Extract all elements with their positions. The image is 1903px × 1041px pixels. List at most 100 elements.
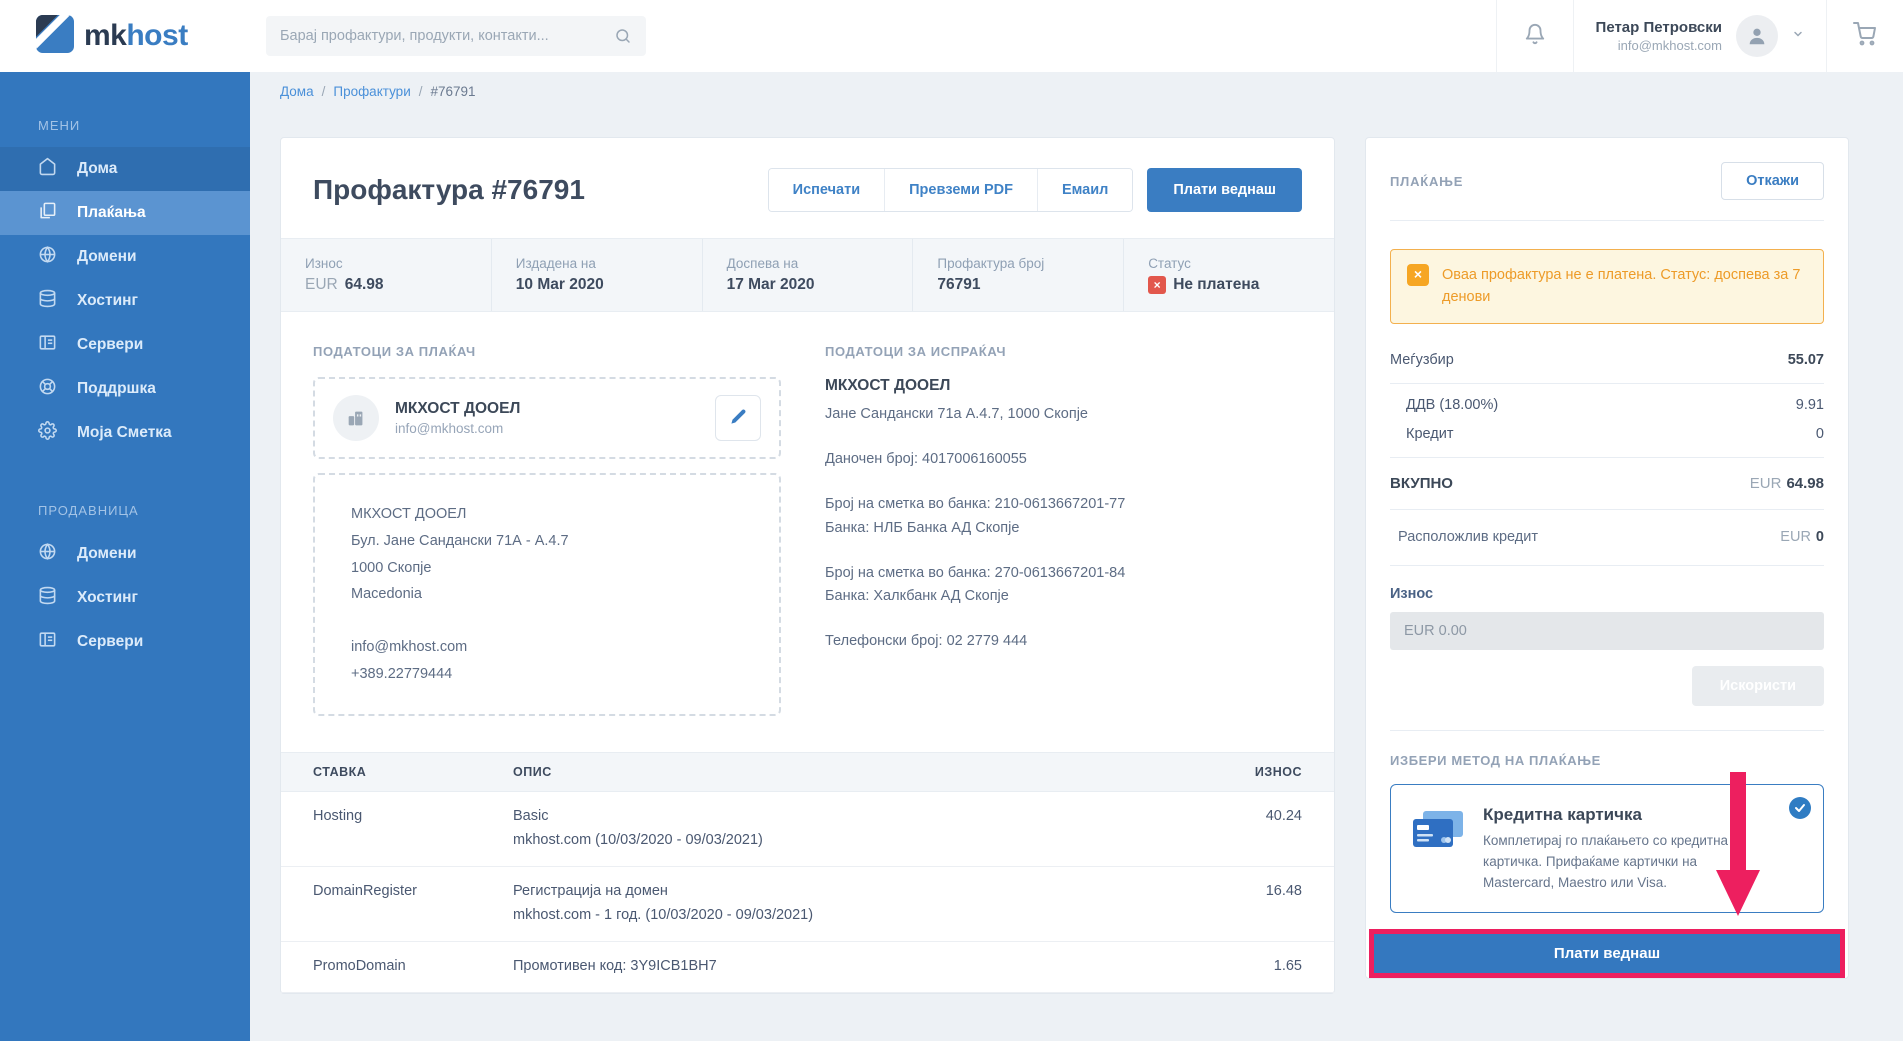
cart-icon: [1853, 21, 1877, 51]
notifications-button[interactable]: [1497, 0, 1573, 72]
sidebar-item-support[interactable]: Поддршка: [0, 367, 250, 411]
avatar[interactable]: [1736, 15, 1778, 57]
search-input[interactable]: [280, 28, 614, 44]
method-name: Кредитна картичка: [1483, 804, 1642, 824]
item-desc-detail: mkhost.com (10/03/2020 - 09/03/2021): [513, 831, 763, 848]
sidebar-item-hosting[interactable]: Хостинг: [0, 279, 250, 323]
warning-text: Оваа профактура не е платена. Статус: до…: [1442, 267, 1801, 306]
sidebar-shop-label: ПРОДАВНИЦА: [38, 503, 139, 518]
item-desc: Регистрација на домен: [513, 882, 668, 899]
sidebar-item-servers[interactable]: Сервери: [0, 323, 250, 367]
unpaid-status-icon: ×: [1148, 276, 1167, 294]
credit-amount-section: Износ Искористи: [1390, 566, 1824, 731]
vat-value: 9.91: [1795, 396, 1824, 413]
invoice-items-table: СТАВКА ОПИС ИЗНОС Hosting Basic mkhost.co…: [281, 751, 1334, 993]
mkhost-logo-text: mkhost: [84, 19, 188, 52]
payer-address-box: МКХОСТ ДООЕЛ Бул. Јане Сандански 71А - А…: [313, 473, 781, 716]
payer-address-country: Macedonia: [351, 586, 422, 603]
item-amount: 1.65: [1273, 957, 1302, 974]
pay-now-button[interactable]: Плати веднаш: [1374, 933, 1840, 973]
payer-address-street: Бул. Јане Сандански 71А - А.4.7: [351, 532, 569, 549]
payer-address-email: info@mkhost.com: [351, 639, 468, 656]
sender-company: МКХОСТ ДООЕЛ: [825, 377, 951, 394]
credit-card-icon: [1409, 805, 1467, 894]
method-section-title: ИЗБЕРИ МЕТОД НА ПЛАЌАЊЕ: [1390, 752, 1601, 768]
database-icon: [38, 586, 57, 610]
sidebar-item-domains[interactable]: Домени: [0, 235, 250, 279]
invoice-stats-row: Износ EUR 64.98 Издадена на 10 Mar 2020 Д…: [281, 238, 1334, 312]
payer-address-city: 1000 Скопје: [351, 559, 432, 576]
status-badge: Не платена: [1173, 276, 1260, 293]
billing-icon: [38, 201, 57, 225]
pencil-icon: [730, 408, 747, 428]
sidebar-shop-hosting[interactable]: Хостинг: [0, 576, 250, 620]
topbar: mkhost Петар Петровски info@mkhost.com: [0, 0, 1903, 72]
user-name: Петар Петровски: [1595, 19, 1722, 36]
breadcrumb: Дома / Профактури / #76791: [280, 84, 476, 99]
edit-payer-button[interactable]: [715, 395, 761, 441]
sidebar: МЕНИ Дома Плаќања Домени Хостинг Сервери…: [0, 72, 250, 1041]
payer-address-company: МКХОСТ ДООЕЛ: [351, 506, 467, 522]
page-title: Профактура #76791: [313, 174, 585, 205]
download-pdf-button[interactable]: Превземи PDF: [884, 169, 1037, 211]
total-value: 64.98: [1786, 474, 1824, 492]
person-icon: [1749, 28, 1765, 45]
sidebar-item-billing[interactable]: Плаќања: [0, 191, 250, 235]
breadcrumb-home[interactable]: Дома: [280, 84, 314, 99]
payment-method-credit-card[interactable]: Кредитна картичка Комплетирај го плаќање…: [1390, 783, 1824, 913]
user-email: info@mkhost.com: [1617, 38, 1722, 53]
organization-icon: [333, 395, 379, 441]
pay-now-header-button[interactable]: Плати веднаш: [1147, 168, 1302, 212]
database-icon: [38, 289, 57, 313]
item-desc: Промотивен код: 3Y9ICB1BH7: [513, 957, 717, 974]
payer-address-phone: +389.22779444: [351, 666, 453, 683]
email-button[interactable]: Емаил: [1036, 169, 1133, 211]
sender-section-title: ПОДАТОЦИ ЗА ИСПРАЌАЧ: [825, 344, 1007, 359]
item-amount: 40.24: [1265, 807, 1302, 824]
unpaid-warning: × Оваа профактура не е платена. Статус: …: [1390, 249, 1824, 324]
sender-bank1-name: Банка: НЛБ Банка АД Скопје: [825, 519, 1020, 536]
cart-button[interactable]: [1827, 0, 1903, 72]
globe-icon: [38, 542, 57, 566]
sidebar-shop-servers[interactable]: Сервери: [0, 620, 250, 664]
home-icon: [38, 157, 57, 181]
item-amount: 16.48: [1265, 882, 1302, 899]
print-button[interactable]: Испечати: [768, 169, 885, 211]
sender-bank2-account: Број на сметка во банка: 270-0613667201-…: [825, 564, 1126, 581]
item-name: Hosting: [313, 807, 363, 824]
total-label: ВКУПНО: [1390, 474, 1453, 492]
available-credit-label: Расположлив кредит: [1398, 528, 1538, 545]
sidebar-item-home[interactable]: Дома: [0, 147, 250, 191]
gear-icon: [38, 421, 57, 445]
amount-label: Износ: [1390, 585, 1434, 602]
bell-icon: [1524, 23, 1546, 50]
payment-method-section: ИЗБЕРИ МЕТОД НА ПЛАЌАЊЕ Кредитна картичк…: [1369, 731, 1845, 978]
credit-value: 0: [1815, 425, 1824, 442]
subtotal-label: Меѓузбир: [1390, 351, 1454, 368]
breadcrumb-invoices[interactable]: Профактури: [333, 84, 410, 99]
payment-panel: ПЛАЌАЊЕ Откажи × Оваа профактура не е пл…: [1365, 137, 1849, 979]
method-description: Комплетирај го плаќањето со кредитна кар…: [1483, 832, 1729, 890]
stat-status: Статус × Не платена: [1123, 239, 1334, 311]
item-desc-detail: mkhost.com - 1 год. (10/03/2020 - 09/03/…: [513, 906, 814, 923]
subtotal-value: 55.07: [1787, 351, 1824, 368]
item-name: DomainRegister: [313, 882, 417, 899]
stat-due: Доспева на 17 Mar 2020: [701, 239, 913, 311]
chevron-down-icon[interactable]: [1792, 27, 1804, 45]
invoice-card: Профактура #76791 Испечати Превземи PDF …: [280, 137, 1335, 994]
totals-section: Меѓузбир 55.07 ДДВ (18.00%) 9.91 Кредит …: [1390, 352, 1824, 566]
user-menu[interactable]: Петар Петровски info@mkhost.com: [1574, 0, 1826, 72]
sidebar-shop-domains[interactable]: Домени: [0, 532, 250, 576]
use-credit-button[interactable]: Искористи: [1691, 665, 1824, 706]
mkhost-logo[interactable]: mkhost: [0, 14, 250, 58]
credit-amount-input[interactable]: [1390, 611, 1824, 650]
vat-label: ДДВ (18.00%): [1406, 396, 1499, 413]
sidebar-item-my-account[interactable]: Моја Сметка: [0, 411, 250, 455]
payer-section-title: ПОДАТОЦИ ЗА ПЛАЌАЧ: [313, 344, 476, 359]
sender-address: Јане Сандански 71а А.4.7, 1000 Скопје: [825, 406, 1088, 422]
mkhost-logo-icon: [36, 14, 74, 58]
search-icon[interactable]: [614, 27, 632, 45]
cancel-button[interactable]: Откажи: [1721, 162, 1824, 200]
payer-email: info@mkhost.com: [395, 421, 504, 436]
payment-panel-title: ПЛАЌАЊЕ: [1390, 173, 1464, 189]
